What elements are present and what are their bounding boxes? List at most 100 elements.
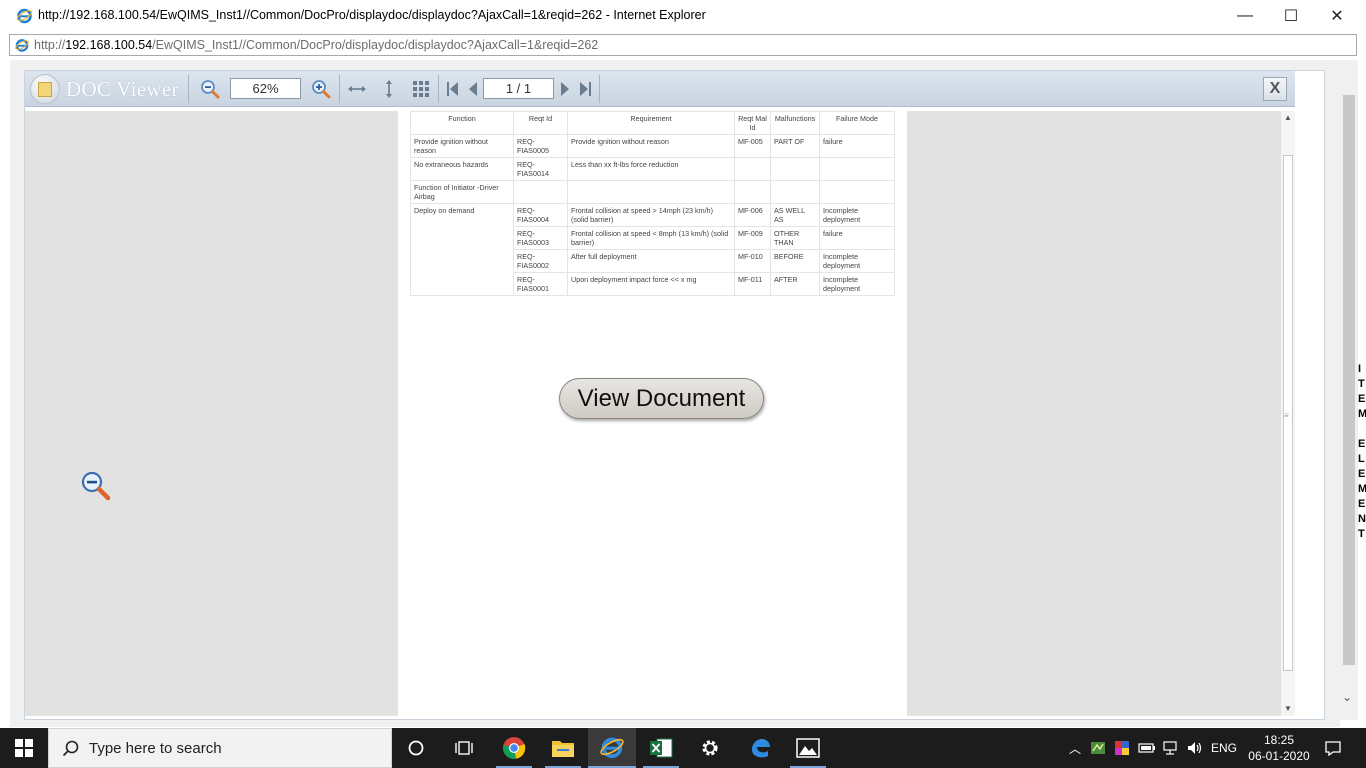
page-scroll-down-arrow[interactable]: ⌄ [1342,690,1352,704]
fit-width-icon [348,86,366,92]
clock-time: 18:25 [1263,733,1295,747]
scroll-grip-icon: ≡ [1284,411,1289,420]
cell-failure-mode [819,157,895,181]
maximize-icon: ☐ [1283,8,1299,25]
taskbar-file-explorer[interactable] [539,728,587,768]
taskbar-search-box[interactable]: Type here to search [48,728,392,768]
toolbar-divider [188,75,189,103]
cell-req-id: REQ-FIAS0002 [513,249,568,273]
toolbar-divider [339,75,340,103]
zoom-in-icon [312,80,331,99]
excel-icon [650,738,673,758]
input-language-button[interactable]: ENG [1208,728,1240,768]
cell-malfunction: AS WELL AS [770,203,820,227]
show-hidden-icons-button[interactable]: ︿ [1064,728,1086,768]
battery-button[interactable] [1136,728,1158,768]
thumbnails-button[interactable] [407,75,435,103]
address-bar[interactable]: http://192.168.100.54/EwQIMS_Inst1//Comm… [9,34,1357,56]
taskbar-edge[interactable] [736,728,784,768]
zoom-out-button[interactable] [196,75,224,103]
tray-app-icon[interactable] [1112,728,1132,768]
network-button[interactable] [1160,728,1182,768]
last-page-button[interactable] [571,75,599,103]
cell-function: Function of Initiator -Driver Airbag [410,180,514,204]
edge-icon [752,739,770,758]
cell-requirement: Frontal collision at speed < 8mph (13 km… [567,226,735,250]
file-explorer-icon [552,741,574,757]
cell-function: No extraneous hazards [410,157,514,181]
cell-mal-id: MF-010 [734,249,771,273]
task-view-button[interactable] [440,728,488,768]
viewer-scrollbar[interactable]: ▲ ≡ ▼ [1280,111,1295,716]
notification-icon [1325,741,1341,756]
cell-requirement: Frontal collision at speed > 14mph (23 k… [567,203,735,227]
fit-height-button[interactable] [375,75,403,103]
view-document-button[interactable]: View Document [559,378,764,419]
cortana-icon [408,740,424,756]
cell-failure-mode: failure [819,134,895,158]
cell-failure-mode: Incomplete deployment [819,203,895,227]
cell-req-id [513,180,568,204]
cell-requirement: Provide ignition without reason [567,134,735,158]
system-clock[interactable]: 18:25 06-01-2020 [1248,732,1310,764]
colorful-tray-icon [1115,741,1129,755]
fit-width-button[interactable] [343,75,371,103]
table-row: Provide ignition without reason REQ-FIAS… [410,134,895,158]
column-header: Failure Mode [819,111,895,135]
page-ie-icon [15,39,29,52]
column-header: Function [410,111,514,135]
network-icon [1163,741,1177,755]
table-row: Function of Initiator -Driver Airbag [410,180,895,204]
cell-malfunction: AFTER [770,272,820,296]
cell-mal-id: MF-011 [734,272,771,296]
tray-app-icon[interactable] [1088,728,1108,768]
viewer-toolbar: DOC Viewer 62% 1 / 1 X [25,71,1295,107]
address-url[interactable]: http://192.168.100.54/EwQIMS_Inst1//Comm… [34,38,598,52]
close-window-button[interactable]: ✕ [1314,0,1360,32]
maximize-button[interactable]: ☐ [1268,0,1314,32]
cell-requirement: After full deployment [567,249,735,273]
background-page-text: I T E M E L E M E N T [1358,363,1366,540]
cell-malfunction: OTHER THAN [770,226,820,250]
scroll-down-arrow-icon[interactable]: ▼ [1284,704,1292,713]
minimize-button[interactable]: — [1222,0,1268,32]
document-icon [38,82,52,97]
cell-failure-mode: Incomplete deployment [819,249,895,273]
viewer-left-gutter [25,111,398,716]
green-tray-icon [1091,742,1105,754]
cell-malfunction: PART OF [770,134,820,158]
cell-req-id: REQ-FIAS0014 [513,157,568,181]
taskbar-internet-explorer[interactable] [588,728,636,768]
zoom-in-button[interactable] [307,75,335,103]
address-path: /EwQIMS_Inst1//Common/DocPro/displaydoc/… [152,38,599,52]
cell-function: Provide ignition without reason [410,134,514,158]
taskbar-photos[interactable] [784,728,832,768]
prev-page-icon [469,82,477,96]
start-button[interactable] [0,728,48,768]
page-scrollbar-thumb[interactable] [1343,95,1355,665]
scroll-up-arrow-icon[interactable]: ▲ [1284,113,1292,122]
cell-mal-id: MF-005 [734,134,771,158]
windows-start-icon [15,739,33,757]
zoom-level-input[interactable]: 62% [230,78,301,99]
minimize-icon: — [1237,7,1253,24]
last-page-icon [580,82,591,96]
search-placeholder: Type here to search [89,740,222,757]
action-center-button[interactable] [1318,728,1348,768]
cell-req-id: REQ-FIAS0004 [513,203,568,227]
chrome-icon [503,737,526,759]
taskbar-chrome[interactable] [490,728,538,768]
page-number-input[interactable]: 1 / 1 [483,78,554,99]
close-viewer-button[interactable]: X [1263,77,1287,101]
taskbar-settings[interactable] [686,728,734,768]
taskbar-excel[interactable] [637,728,685,768]
column-header: Reqt Mal Id [734,111,771,135]
window-titlebar: http://192.168.100.54/EwQIMS_Inst1//Comm… [0,0,1366,32]
volume-button[interactable] [1184,728,1206,768]
page-left-strip [0,60,10,727]
table-row: Deploy on demand REQ-FIAS0004 Frontal co… [410,203,895,296]
thumbnails-icon [413,81,429,97]
ie-icon [16,8,33,24]
cortana-button[interactable] [392,728,440,768]
cell-failure-mode: Incomplete deployment [819,272,895,296]
